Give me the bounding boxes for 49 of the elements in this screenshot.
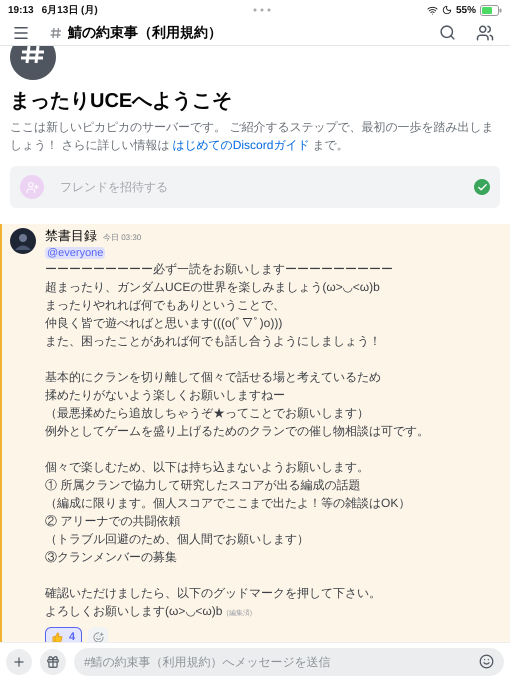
welcome-title: まったりUCEへようこそ <box>10 89 234 114</box>
message-line: （最悪揉めたら追放しちゃうぞ★ってことでお願いします） <box>45 406 369 420</box>
message-line: 超まったり、ガンダムUCEの世界を楽しみましょう(ω>◡<ω)b <box>45 280 380 294</box>
gift-button[interactable] <box>40 648 66 674</box>
message-line: また、困ったことがあれば何でも話し合うようにしましょう！ <box>45 334 381 348</box>
guide-link[interactable]: はじめてのDiscordガイド <box>172 138 310 152</box>
status-time: 19:13 <box>8 4 34 18</box>
message-line: ① 所属クランで協力して研究したスコアが出る編成の話題 <box>45 478 360 492</box>
add-reaction-button[interactable] <box>88 627 108 642</box>
wifi-icon <box>426 4 438 16</box>
more-dots-icon <box>252 8 272 12</box>
message-line: 個々で楽しむため、以下は持ち込まないようお願いします。 <box>45 460 369 474</box>
gift-icon <box>46 654 60 668</box>
avatar <box>10 228 36 254</box>
message-line: （編成に限ります。個人スコアでここまで出たよ！等の雑談はOK） <box>45 496 410 510</box>
welcome-text: ここは新しいピカピカのサーバーです。 ご紹介するステップで、最初の一歩を踏み出しましょう！ さらに詳しい情報は はじめてのDiscordガイド まで。 <box>10 119 494 154</box>
status-date: 6月13日 (月) <box>42 4 98 18</box>
message-line: 基本的にクランを切り離して個々で話せる場と考えているため <box>45 370 381 384</box>
message-line: 仲良く皆で遊べればと思います(((o(ﾟ▽ﾟ)o))) <box>45 316 282 330</box>
battery-percent: 55% <box>456 4 476 18</box>
message-line: よろしくお願いします(ω>◡<ω)b <box>45 604 222 618</box>
plus-icon <box>12 654 26 668</box>
message-line: ーーーーーーーーー必ず一読をお願いしますーーーーーーーーー <box>45 262 393 276</box>
message-line: 確認いただけましたら、以下のグッドマークを押して下さい。 <box>45 586 381 600</box>
members-icon[interactable] <box>476 24 494 42</box>
message-line: 例外としてゲームを盛り上げるためのクランでの催し物相談は可です。 <box>45 424 429 438</box>
search-icon[interactable] <box>439 24 456 41</box>
message-input[interactable]: #鯖の約束事（利用規約）へメッセージを送信 <box>74 648 504 676</box>
message-time: 今日 03:30 <box>103 232 142 244</box>
message-line: ③クランメンバーの募集 <box>45 550 177 564</box>
author-name[interactable]: 禁書目録 <box>45 228 97 243</box>
invite-label: フレンドを招待する <box>60 179 169 196</box>
add-reaction-icon <box>92 632 104 642</box>
moon-icon <box>442 5 452 15</box>
message-line: ② アリーナでの共闘依頼 <box>45 514 180 528</box>
message-line: まったりやれれば何でもありということで、 <box>45 298 285 312</box>
battery-icon <box>480 4 502 16</box>
channel-title: 鯖の約束事（利用規約） <box>68 23 222 42</box>
mention[interactable]: @everyone <box>45 247 106 259</box>
add-friend-icon <box>26 180 38 194</box>
hash-icon <box>50 26 62 38</box>
emoji-icon[interactable] <box>479 654 494 669</box>
thumbs-up-icon <box>52 632 63 642</box>
message-line: （トラブル回避のため、個人間でお願いします） <box>45 532 309 546</box>
add-button[interactable] <box>6 648 32 674</box>
channel-hash-icon <box>10 46 56 80</box>
reaction-button[interactable]: 4 <box>45 627 82 642</box>
invite-card[interactable]: フレンドを招待する <box>10 166 500 208</box>
message-line: 揉めたりがないよう楽しくお願いしますねー <box>45 388 285 402</box>
